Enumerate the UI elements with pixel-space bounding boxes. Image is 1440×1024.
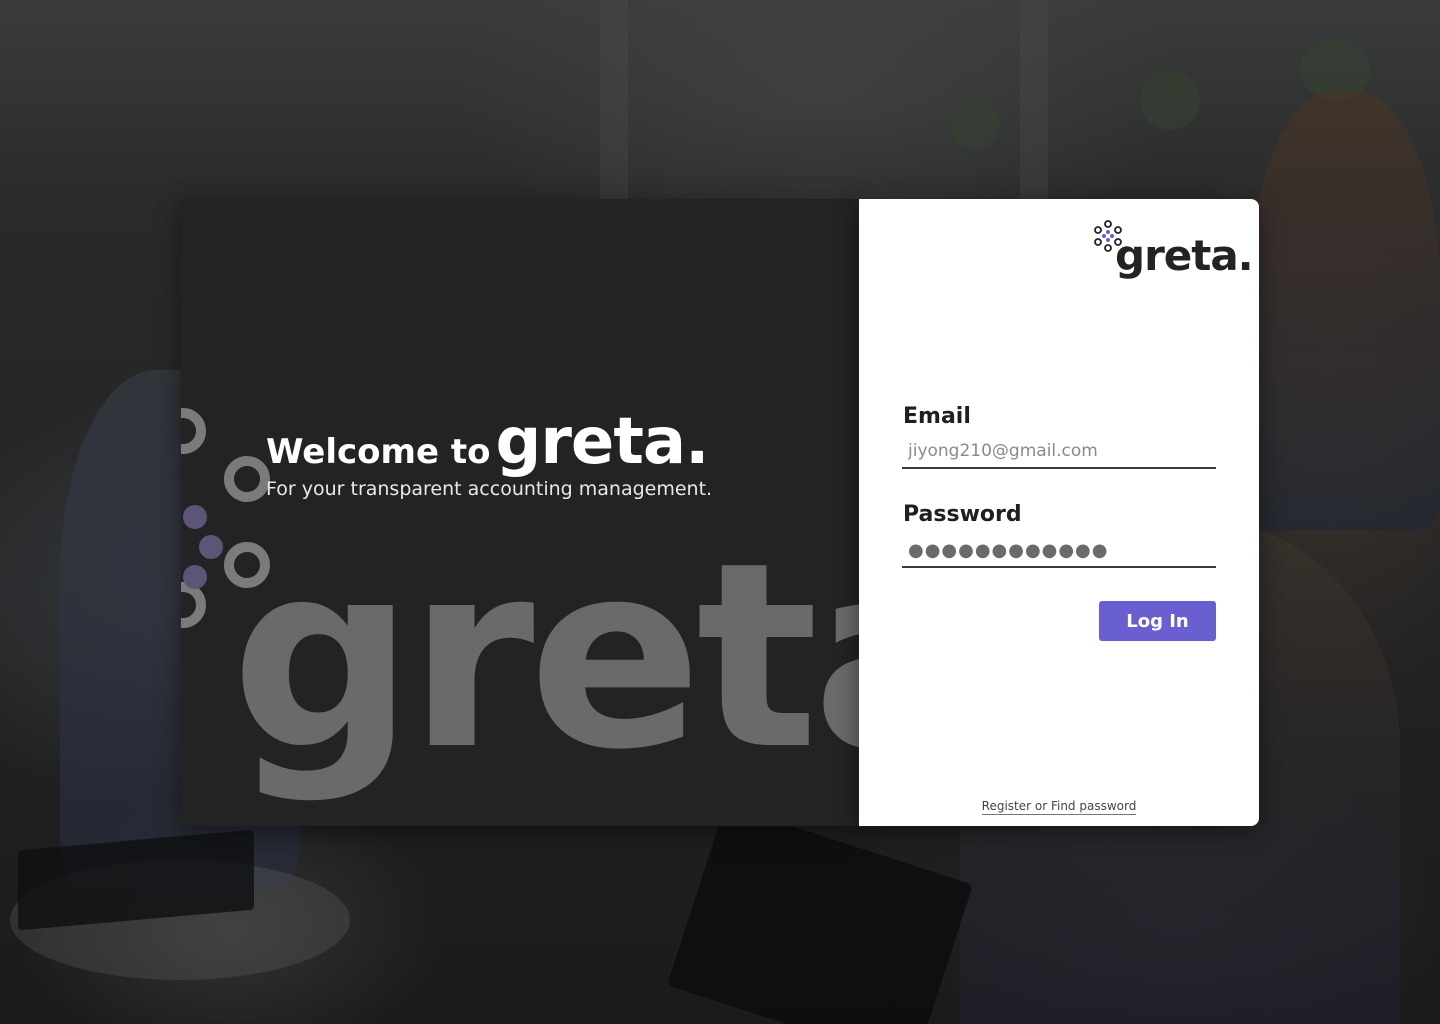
welcome-tagline: For your transparent accounting manageme… [266, 478, 713, 500]
welcome-prefix: Welcome to [266, 432, 491, 472]
logo-wordmark: greta. [1115, 231, 1254, 280]
password-field[interactable] [902, 534, 1216, 568]
welcome-brand: greta. [495, 405, 710, 479]
password-label: Password [903, 502, 1022, 527]
login-card: greta. Email Password Log In Register or… [859, 199, 1259, 826]
email-field[interactable] [902, 435, 1216, 469]
footer-links: Register or Find password [859, 795, 1259, 815]
greta-logo: greta. [1091, 219, 1254, 291]
welcome-heading: Welcome to greta. [266, 405, 710, 479]
greta-watermark: greta [231, 508, 859, 806]
register-find-password-link[interactable]: Register or Find password [981, 799, 1137, 815]
welcome-panel: greta Welcome to greta. For your transpa… [181, 199, 859, 826]
login-button[interactable]: Log In [1099, 601, 1216, 641]
email-label: Email [903, 404, 971, 429]
